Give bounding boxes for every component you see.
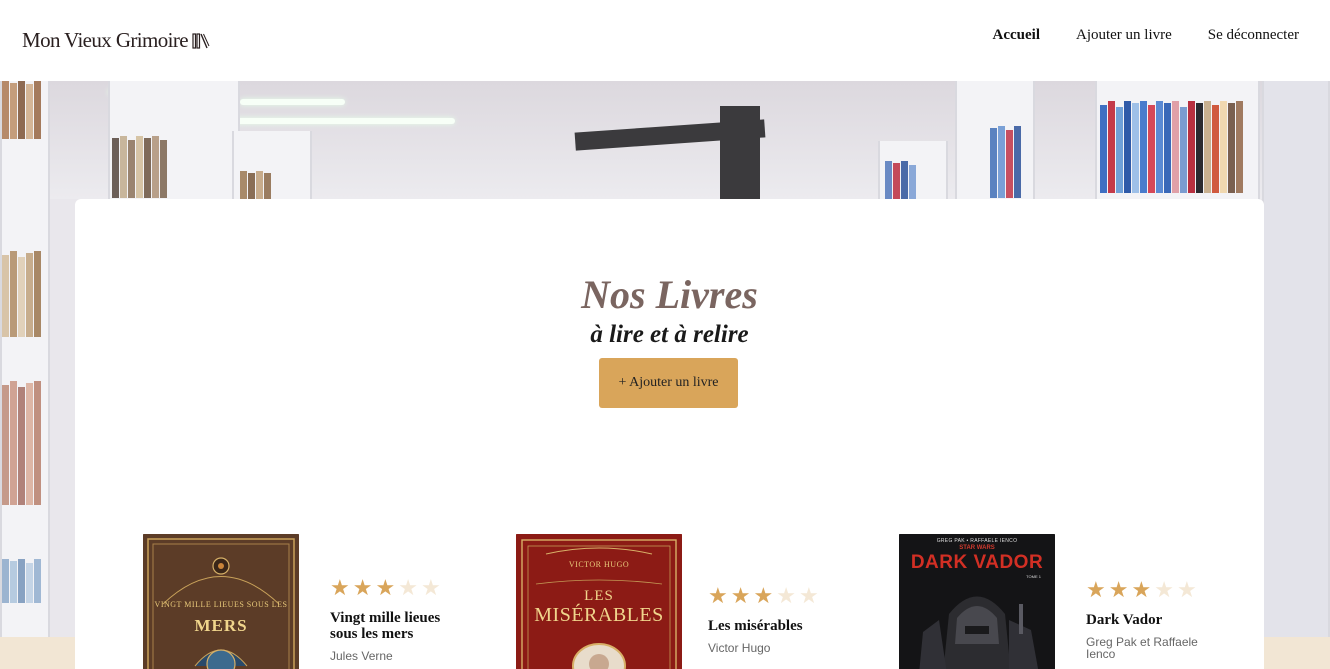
rating-stars: ★ ★ ★ ★ ★ xyxy=(330,578,470,600)
book-cover[interactable]: VICTOR HUGO LES MISÉRABLES xyxy=(516,534,682,669)
logo[interactable]: Mon Vieux Grimoire xyxy=(22,28,210,53)
books-logo-icon xyxy=(192,32,210,49)
book-author: Victor Hugo xyxy=(708,641,771,655)
cover-title-text: DARK VADOR xyxy=(910,552,1044,573)
bookshelf xyxy=(1262,81,1330,669)
star-icon: ★ xyxy=(798,584,819,609)
star-icon: ★ xyxy=(730,584,751,609)
nav-ajouter-livre[interactable]: Ajouter un livre xyxy=(1076,27,1172,44)
shelf-books xyxy=(990,126,1021,198)
star-icon: ★ xyxy=(776,584,796,609)
book-title[interactable]: Les misérables xyxy=(708,618,858,634)
shelf-books xyxy=(240,171,271,199)
cover-author-text: VICTOR HUGO xyxy=(568,560,630,569)
shelf-books xyxy=(2,251,41,337)
shelf-books xyxy=(2,559,41,603)
cover-arc-text: VINGT MILLE LIEUES SOUS LES xyxy=(154,600,288,609)
book-author: Greg Pak et Raffaele Ienco xyxy=(1086,635,1198,661)
book-author: Jules Verne xyxy=(330,649,393,663)
cover-series-text: STAR WARS xyxy=(959,545,995,551)
nav-deconnecter[interactable]: Se déconnecter xyxy=(1208,27,1299,44)
page-subtitle: à lire et à relire xyxy=(590,321,749,348)
books-card: Nos Livres à lire et à relire + Ajouter … xyxy=(75,199,1264,669)
star-icon: ★ xyxy=(398,576,418,601)
star-icon: ★ xyxy=(352,576,373,601)
book-title[interactable]: Vingt mille lieues sous les mers xyxy=(330,610,470,642)
rating-stars: ★ ★ ★ ★ ★ xyxy=(708,586,858,608)
cover-volume-text: TOME 1 xyxy=(1026,574,1041,579)
shelf-books xyxy=(2,81,41,139)
book-info: ★ ★ ★ ★ ★ Les misérables Victor Hugo xyxy=(708,586,858,655)
star-icon: ★ xyxy=(1108,578,1129,603)
rating-stars: ★ ★ ★ ★ ★ xyxy=(1086,580,1226,602)
book-cover[interactable]: GREG PAK • RAFFAELE IENCO STAR WARS DARK… xyxy=(899,534,1055,669)
book-title[interactable]: Dark Vador xyxy=(1086,612,1226,628)
star-icon: ★ xyxy=(330,576,350,601)
shelf-books xyxy=(112,136,167,198)
main-nav: Accueil Ajouter un livre Se déconnecter xyxy=(993,27,1300,44)
nav-accueil[interactable]: Accueil xyxy=(993,27,1040,44)
star-icon: ★ xyxy=(1176,578,1197,603)
cover-authors-text: GREG PAK • RAFFAELE IENCO xyxy=(936,538,1018,544)
cover-title-text: MERS xyxy=(194,616,248,635)
cover-title-text: MISÉRABLES xyxy=(534,604,664,626)
add-book-button[interactable]: + Ajouter un livre xyxy=(599,358,738,408)
star-icon: ★ xyxy=(708,584,728,609)
header: Mon Vieux Grimoire Accueil Ajouter un li… xyxy=(0,0,1330,81)
book-info: ★ ★ ★ ★ ★ Vingt mille lieues sous les mers J… xyxy=(330,578,470,663)
shelf-books xyxy=(2,381,41,505)
star-icon: ★ xyxy=(420,576,441,601)
star-icon: ★ xyxy=(1154,578,1174,603)
book-info: ★ ★ ★ ★ ★ Dark Vador Greg Pak et Raffaele Ie… xyxy=(1086,580,1226,661)
book-cover[interactable]: VINGT MILLE LIEUES SOUS LES MERS xyxy=(143,534,299,669)
ceiling-light xyxy=(240,99,345,105)
shelf-books xyxy=(885,161,916,199)
cover-title-top: LES xyxy=(584,588,614,604)
ceiling-fixture xyxy=(720,106,760,201)
page-title: Nos Livres xyxy=(581,272,758,317)
star-icon: ★ xyxy=(375,576,396,601)
shelf-books xyxy=(1100,101,1243,193)
star-icon: ★ xyxy=(753,584,774,609)
logo-text: Mon Vieux Grimoire xyxy=(22,28,189,52)
star-icon: ★ xyxy=(1086,578,1106,603)
star-icon: ★ xyxy=(1131,578,1152,603)
